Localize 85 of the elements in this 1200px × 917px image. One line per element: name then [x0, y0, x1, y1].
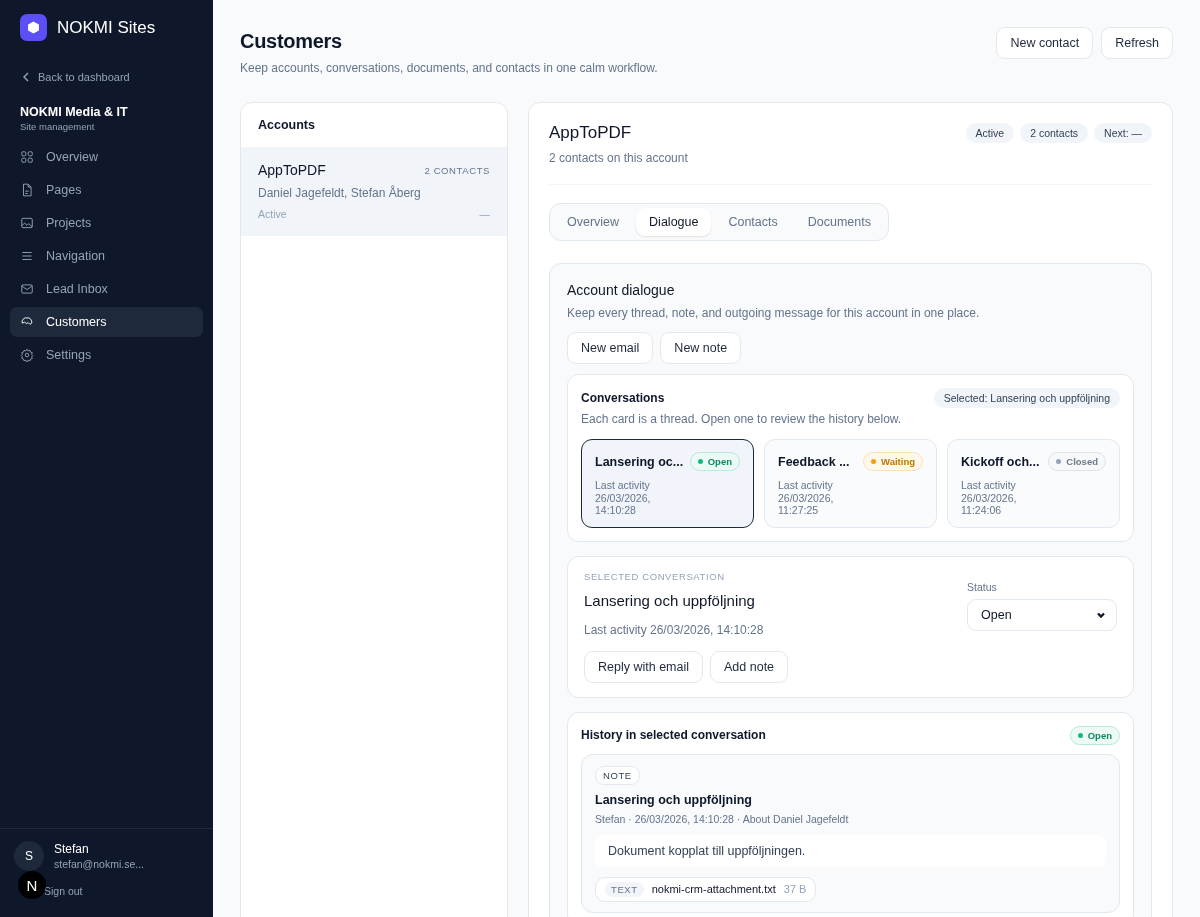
- account-name: AppToPDF: [258, 162, 326, 178]
- conversation-title: Lansering oc...: [595, 454, 684, 469]
- activity-label: Last activity: [778, 479, 834, 492]
- panel-subtitle: Each card is a thread. Open one to review the history below.: [581, 412, 903, 426]
- info-chip: 2 contacts: [1020, 123, 1089, 143]
- gear-icon: [20, 348, 34, 362]
- activity-label: Last activity: [595, 479, 651, 492]
- tab[interactable]: Dialogue: [636, 208, 712, 236]
- status-badge: Closed: [1048, 452, 1106, 471]
- tab[interactable]: Contacts: [715, 208, 791, 236]
- activity-time: 14:10:28: [595, 504, 637, 517]
- sidebar-item[interactable]: Overview: [10, 142, 203, 172]
- user-email: stefan@nokmi.se...: [54, 858, 145, 870]
- header-button[interactable]: Refresh: [1101, 27, 1173, 59]
- brand-name: NOKMI Sites: [57, 17, 156, 38]
- sidebar-item[interactable]: Projects: [10, 208, 203, 238]
- entry-title: Lansering och uppföljning: [595, 792, 753, 807]
- status-label: Status: [967, 580, 998, 593]
- account-contacts: Daniel Jagefeldt, Stefan Åberg: [258, 186, 422, 200]
- activity-time: 11:27:25: [778, 504, 820, 517]
- activity-date: 26/03/2026,: [595, 491, 652, 505]
- entry-meta: Stefan · 26/03/2026, 14:10:28 · About Daniel Jagefeldt: [595, 812, 850, 825]
- section-subtitle: Keep every thread, note, and outgoing message for this account in one place.: [567, 306, 981, 320]
- logo-icon: [20, 14, 47, 41]
- contact-count: 2 CONTACTS: [424, 164, 490, 176]
- mail-icon: [20, 282, 34, 296]
- activity-date: 26/03/2026,: [778, 491, 835, 505]
- info-chip: Active: [965, 123, 1015, 143]
- conversation-card[interactable]: Lansering oc... Open Last activity 26/03/2026, 14:10:28: [581, 439, 754, 528]
- activity-label: Last activity: [961, 479, 1017, 492]
- account-item[interactable]: AppToPDF 2 CONTACTS Daniel Jagefeldt, Stefan Åberg Active —: [241, 148, 507, 236]
- conversation-title: Feedback ...: [778, 454, 850, 469]
- last-activity: Last activity 26/03/2026, 14:10:28: [584, 622, 765, 637]
- image-icon: [20, 216, 34, 230]
- back-link[interactable]: Back to dashboard: [22, 71, 193, 83]
- file-name: nokmi-crm-attachment.txt: [651, 883, 776, 896]
- org-subtitle: Site management: [20, 121, 96, 132]
- entry-kind: NOTE: [595, 765, 640, 785]
- conversation-title: Lansering och uppföljning: [584, 591, 756, 609]
- status-select[interactable]: Open: [967, 598, 1117, 631]
- tab[interactable]: Documents: [794, 208, 884, 236]
- status-badge: Open: [689, 452, 740, 471]
- file-type: TEXT: [605, 881, 644, 897]
- conversation-title: Kickoff och...: [961, 454, 1040, 469]
- status-badge: Waiting: [863, 452, 923, 471]
- chevron-left-icon: [22, 72, 30, 82]
- eyebrow-label: SELECTED CONVERSATION: [584, 570, 726, 582]
- sidebar-item[interactable]: Settings: [10, 340, 203, 370]
- section-title: Account dialogue: [567, 282, 676, 298]
- org-name: NOKMI Media & IT: [20, 105, 129, 119]
- conversation-card[interactable]: Kickoff och... Closed Last activity 26/03/2026, 11:24:06: [947, 439, 1120, 528]
- file-size: 37 B: [783, 883, 807, 896]
- dev-badge[interactable]: N: [18, 871, 46, 899]
- header-button[interactable]: New contact: [996, 27, 1094, 59]
- activity-date: 26/03/2026,: [961, 491, 1018, 505]
- selected-chip: Selected: Lansering och uppföljning: [933, 388, 1120, 408]
- activity-time: 11:24:06: [961, 504, 1003, 517]
- sidebar-item[interactable]: Customers: [10, 307, 203, 337]
- action-button[interactable]: Reply with email: [584, 650, 703, 683]
- conversation-card[interactable]: Feedback ... Waiting Last activity 26/03/2026, 11:27:25: [764, 439, 937, 528]
- attachment[interactable]: TEXT nokmi-crm-attachment.txt 37 B: [595, 876, 817, 902]
- panel-title: History in selected conversation: [581, 728, 766, 743]
- page-subtitle: Keep accounts, conversations, documents, and contacts in one calm workflow.: [240, 61, 658, 75]
- panel-title: Conversations: [581, 391, 665, 405]
- info-chip: Next: —: [1094, 123, 1152, 143]
- status-badge: Open: [1069, 725, 1120, 745]
- grid-icon: [20, 150, 34, 164]
- account-subtitle: 2 contacts on this account: [549, 151, 688, 165]
- menu-icon: [20, 249, 34, 263]
- entry-body: Dokument kopplat till uppföljningen.: [595, 834, 1106, 867]
- sidebar-item[interactable]: Lead Inbox: [10, 274, 203, 304]
- sidebar-item[interactable]: Pages: [10, 175, 203, 205]
- account-status: Active: [258, 208, 287, 220]
- file-icon: [20, 183, 34, 197]
- action-button[interactable]: New email: [567, 332, 654, 364]
- sidebar-item[interactable]: Navigation: [10, 241, 203, 271]
- account-next: —: [479, 208, 490, 220]
- tab[interactable]: Overview: [554, 208, 633, 236]
- action-button[interactable]: New note: [660, 332, 742, 364]
- action-button[interactable]: Add note: [710, 650, 789, 683]
- account-title: AppToPDF: [549, 123, 633, 143]
- page-title: Customers: [240, 30, 343, 53]
- sign-out-link[interactable]: Sign out: [44, 885, 83, 897]
- user-avatar: S: [14, 841, 44, 871]
- user-name: Stefan: [54, 842, 90, 856]
